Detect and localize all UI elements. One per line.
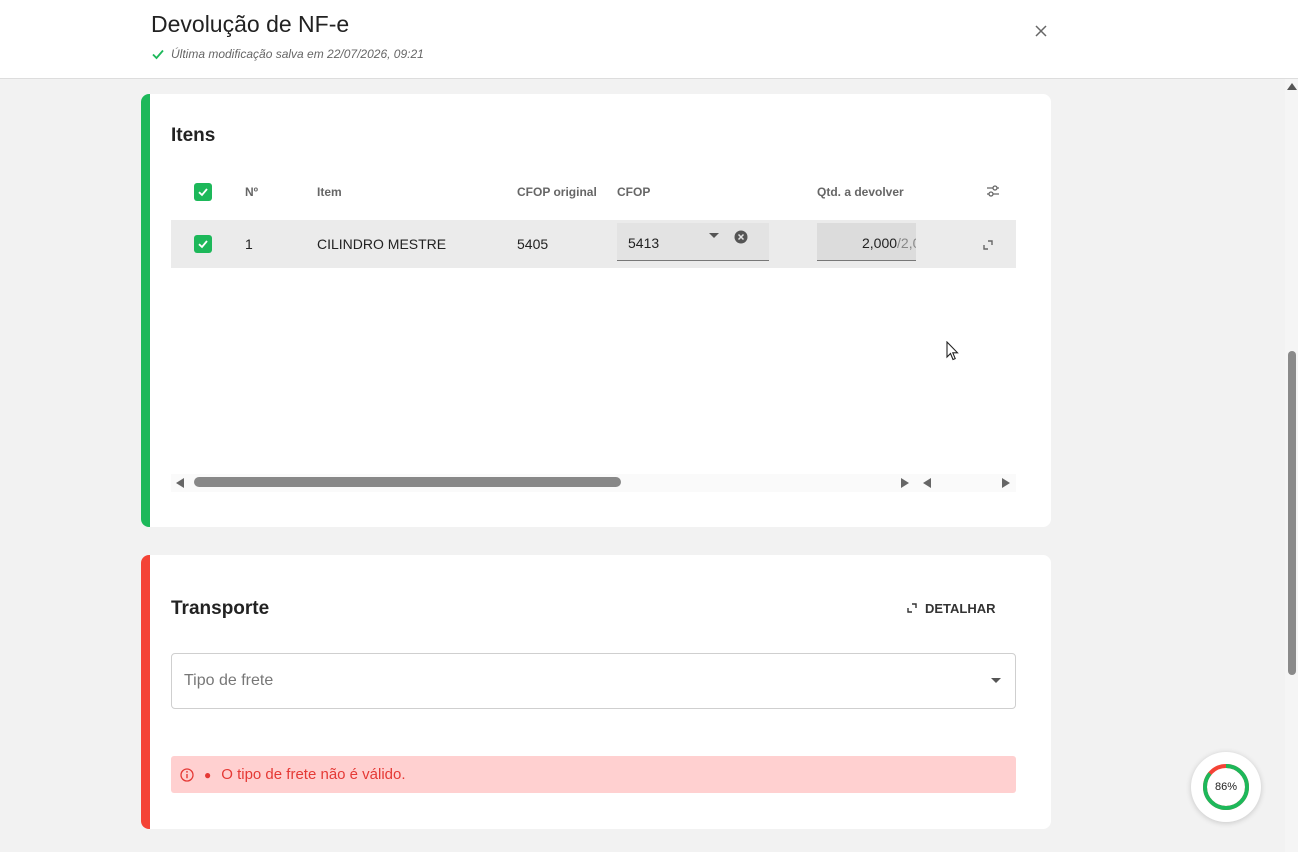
scroll-up-icon[interactable] bbox=[1287, 83, 1297, 90]
freight-type-select[interactable]: Tipo de frete bbox=[171, 653, 1016, 709]
horizontal-scrollbar[interactable] bbox=[171, 471, 1016, 495]
save-status: Última modificação salva em 22/07/2026, … bbox=[151, 47, 424, 61]
chevron-down-icon[interactable] bbox=[709, 233, 719, 238]
bullet-icon: ● bbox=[204, 767, 212, 782]
items-table-header: Nº Item CFOP original CFOP Qtd. a devolv… bbox=[171, 171, 1016, 213]
error-message: O tipo de frete não é válido. bbox=[221, 766, 406, 783]
items-section-title: Itens bbox=[171, 125, 216, 146]
save-status-text: Última modificação salva em 22/07/2026, … bbox=[171, 47, 424, 61]
scroll-left-icon[interactable] bbox=[923, 478, 931, 488]
page-title: Devolução de NF-e bbox=[151, 11, 350, 37]
expand-icon bbox=[907, 603, 917, 613]
error-alert: ● O tipo de frete não é válido. bbox=[171, 756, 1016, 793]
status-bar-valid bbox=[141, 94, 150, 527]
status-bar-invalid bbox=[141, 555, 150, 829]
expand-icon[interactable] bbox=[983, 240, 993, 250]
mouse-cursor-icon bbox=[946, 341, 959, 361]
scroll-right-icon[interactable] bbox=[901, 478, 909, 488]
info-icon bbox=[180, 767, 194, 782]
table-row[interactable]: 1 CILINDRO MESTRE 5405 5413 2,000/2,0 bbox=[171, 220, 1016, 268]
completion-progress[interactable]: 86% bbox=[1191, 752, 1261, 822]
row-item-name: CILINDRO MESTRE bbox=[317, 236, 447, 252]
scroll-thumb[interactable] bbox=[1288, 351, 1296, 675]
qty-input[interactable]: 2,000/2,0 bbox=[817, 223, 916, 261]
transport-section-title: Transporte bbox=[171, 598, 270, 619]
column-header-item: Item bbox=[317, 185, 342, 199]
close-icon bbox=[1035, 25, 1047, 37]
column-header-cfop-original: CFOP original bbox=[517, 185, 597, 199]
scroll-thumb[interactable] bbox=[194, 477, 621, 487]
row-cfop-original: 5405 bbox=[517, 236, 549, 252]
select-all-checkbox[interactable] bbox=[194, 183, 212, 201]
qty-value: 2,000/2,0 bbox=[862, 235, 916, 251]
clear-icon[interactable] bbox=[734, 230, 748, 244]
column-settings-icon[interactable] bbox=[986, 184, 1000, 198]
modal-header: Devolução de NF-e Última modificação sal… bbox=[0, 0, 1298, 79]
row-checkbox[interactable] bbox=[194, 235, 212, 253]
scroll-left-icon[interactable] bbox=[176, 478, 184, 488]
detail-button-label: DETALHAR bbox=[925, 600, 996, 616]
cfop-select-value: 5413 bbox=[628, 235, 660, 251]
progress-label: 86% bbox=[1214, 781, 1238, 793]
cfop-select[interactable]: 5413 bbox=[617, 223, 769, 261]
scroll-right-icon[interactable] bbox=[1002, 478, 1010, 488]
freight-type-placeholder: Tipo de frete bbox=[184, 672, 274, 689]
column-header-qty: Qtd. a devolver bbox=[817, 185, 904, 199]
row-number: 1 bbox=[245, 236, 253, 252]
check-icon bbox=[152, 49, 164, 60]
check-icon bbox=[198, 240, 208, 249]
chevron-down-icon bbox=[991, 678, 1001, 683]
column-header-cfop: CFOP bbox=[617, 185, 651, 199]
transport-card: Transporte DETALHAR Tipo de frete ● O ti… bbox=[141, 555, 1051, 829]
items-card: Itens Nº Item CFOP original CFOP Qtd. a … bbox=[141, 94, 1051, 527]
vertical-scrollbar[interactable] bbox=[1285, 79, 1298, 852]
column-header-number: Nº bbox=[245, 185, 259, 199]
check-icon bbox=[198, 188, 208, 197]
detail-button[interactable]: DETALHAR bbox=[907, 597, 996, 619]
close-button[interactable] bbox=[1031, 21, 1051, 41]
